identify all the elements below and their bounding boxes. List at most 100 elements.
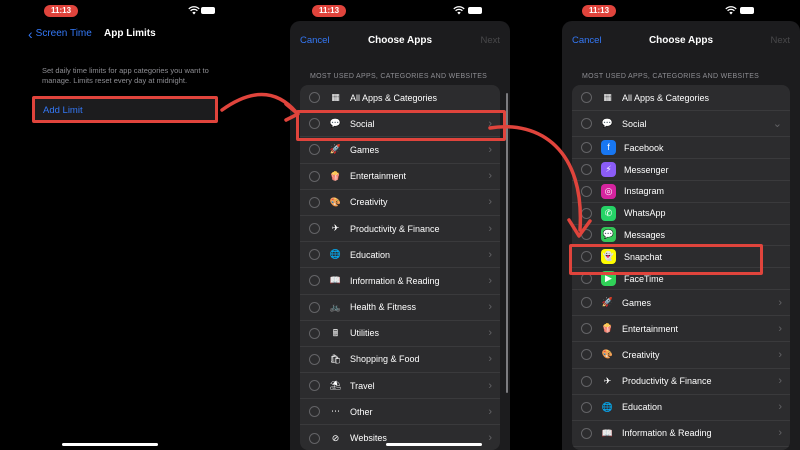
category-row[interactable]: 🚀 Games › — [300, 137, 500, 164]
category-row[interactable]: ✈ Productivity & Finance › — [572, 369, 790, 395]
radio-button[interactable] — [581, 349, 592, 361]
radio-button[interactable] — [581, 207, 592, 219]
scrollbar[interactable] — [506, 93, 508, 393]
home-indicator — [386, 443, 482, 446]
category-label: Education — [350, 249, 391, 260]
category-row[interactable]: 🍿 Entertainment › — [572, 316, 790, 343]
rocket-icon: 🚀 — [601, 297, 614, 308]
radio-button[interactable] — [581, 427, 592, 439]
sheet-title: Choose Apps — [648, 35, 714, 46]
chevron-right-icon: › — [488, 222, 492, 235]
category-label: Websites — [350, 433, 387, 444]
category-row[interactable]: 🍿 Entertainment › — [300, 164, 500, 190]
bike-icon: 🚲 — [329, 301, 342, 312]
radio-button[interactable] — [581, 185, 592, 197]
radio-button[interactable] — [581, 297, 592, 309]
add-limit-button[interactable]: Add Limit — [32, 96, 218, 123]
globe-icon: 🌐 — [601, 401, 614, 412]
chat-bubbles-icon: 💬 — [601, 118, 614, 129]
stack-icon: ▦ — [603, 92, 612, 103]
category-row[interactable]: 📖 Information & Reading › — [300, 268, 500, 295]
instagram-icon: ◎ — [601, 183, 616, 199]
choose-apps-sheet: Cancel Choose Apps Next MOST USED APPS, … — [290, 21, 510, 450]
category-row[interactable]: 🎨 Creativity › — [572, 342, 790, 369]
app-label: FaceTime — [624, 273, 664, 284]
category-row[interactable]: ⛱ Travel › — [300, 373, 500, 400]
category-label: Information & Reading — [622, 428, 712, 439]
globe-icon: 🌐 — [329, 249, 342, 260]
battery-icon — [468, 7, 482, 14]
chevron-right-icon: › — [778, 322, 782, 335]
radio-button[interactable] — [581, 375, 592, 387]
category-label: Entertainment — [622, 323, 679, 334]
radio-button[interactable] — [309, 301, 320, 313]
description-text: Set daily time limits for app categories… — [42, 66, 209, 85]
chevron-right-icon: › — [778, 401, 782, 414]
app-row[interactable]: ✆ WhatsApp — [572, 203, 790, 225]
social-highlight-box — [296, 110, 506, 141]
radio-button[interactable] — [581, 118, 592, 130]
radio-button[interactable] — [309, 92, 320, 104]
radio-button[interactable] — [309, 249, 320, 261]
category-row[interactable]: 🚲 Health & Fitness › — [300, 295, 500, 321]
radio-button[interactable] — [309, 380, 320, 392]
status-time: 11:13 — [44, 5, 79, 17]
chevron-right-icon: › — [488, 274, 492, 287]
paper-plane-icon: ✈ — [603, 375, 612, 386]
category-row[interactable]: ⋯ Other › — [300, 399, 500, 426]
chevron-right-icon: › — [488, 379, 492, 392]
radio-button[interactable] — [581, 142, 592, 154]
radio-button[interactable] — [309, 170, 320, 182]
chevron-right-icon: › — [488, 405, 492, 418]
category-row[interactable]: 🌐 Education › — [572, 395, 790, 421]
add-limit-label: Add Limit — [43, 105, 83, 116]
app-label: Messenger — [624, 164, 669, 175]
radio-button[interactable] — [581, 229, 592, 241]
radio-button[interactable] — [309, 196, 320, 208]
radio-button[interactable] — [581, 401, 592, 413]
radio-button[interactable] — [309, 275, 320, 287]
category-label: Games — [350, 144, 380, 155]
category-row[interactable]: 🛍 Shopping & Food › — [300, 347, 500, 374]
radio-button[interactable] — [309, 406, 320, 418]
app-row[interactable]: f Facebook — [572, 137, 790, 160]
radio-button[interactable] — [581, 92, 592, 104]
category-label: Other — [350, 406, 373, 417]
category-label: Creativity — [622, 349, 660, 360]
back-button[interactable]: ‹ Screen Time — [28, 27, 92, 41]
app-row[interactable]: ◎ Instagram — [572, 181, 790, 203]
compass-icon: ⊘ — [331, 432, 340, 443]
paper-plane-icon: ✈ — [331, 223, 340, 234]
choose-apps-screen-collapsed: 11:13 Cancel Choose Apps Next MOST USED … — [278, 0, 510, 450]
radio-button[interactable] — [309, 327, 320, 339]
radio-button[interactable] — [309, 353, 320, 365]
radio-button[interactable] — [309, 144, 320, 156]
radio-button[interactable] — [309, 223, 320, 235]
next-button[interactable]: Next — [770, 35, 790, 46]
next-button[interactable]: Next — [480, 35, 500, 46]
chevron-right-icon: › — [488, 353, 492, 366]
category-row[interactable]: 💬 Social ⌄ — [572, 111, 790, 138]
category-row[interactable]: ▦ All Apps & Categories — [572, 85, 790, 112]
category-row[interactable]: ▦ All Apps & Categories — [300, 85, 500, 112]
category-label: Shopping & Food — [350, 354, 420, 365]
category-row[interactable]: 🚀 Games › — [572, 290, 790, 317]
category-row[interactable]: 🎨 Creativity › — [300, 190, 500, 216]
category-row[interactable]: 🌐 Education › — [300, 242, 500, 269]
category-row[interactable]: ⊘ Websites › — [300, 425, 500, 450]
category-row[interactable]: ✈ Productivity & Finance › — [300, 216, 500, 243]
app-limits-screen: 11:13 ‹ Screen Time App Limits Set daily… — [0, 0, 248, 450]
stack-icon: ▦ — [331, 92, 340, 103]
radio-button[interactable] — [581, 164, 592, 176]
category-row[interactable]: 🖩 Utilities › — [300, 321, 500, 347]
chevron-right-icon: › — [488, 143, 492, 156]
category-row[interactable]: 📖 Information & Reading › — [572, 421, 790, 448]
section-header: MOST USED APPS, CATEGORIES AND WEBSITES — [582, 73, 760, 80]
category-label: Education — [622, 402, 663, 413]
chevron-right-icon: › — [778, 296, 782, 309]
radio-button[interactable] — [581, 323, 592, 335]
radio-button[interactable] — [309, 432, 320, 444]
palette-icon: 🎨 — [601, 349, 614, 360]
app-row[interactable]: ⚡ Messenger — [572, 159, 790, 181]
messenger-icon: ⚡ — [601, 162, 616, 178]
